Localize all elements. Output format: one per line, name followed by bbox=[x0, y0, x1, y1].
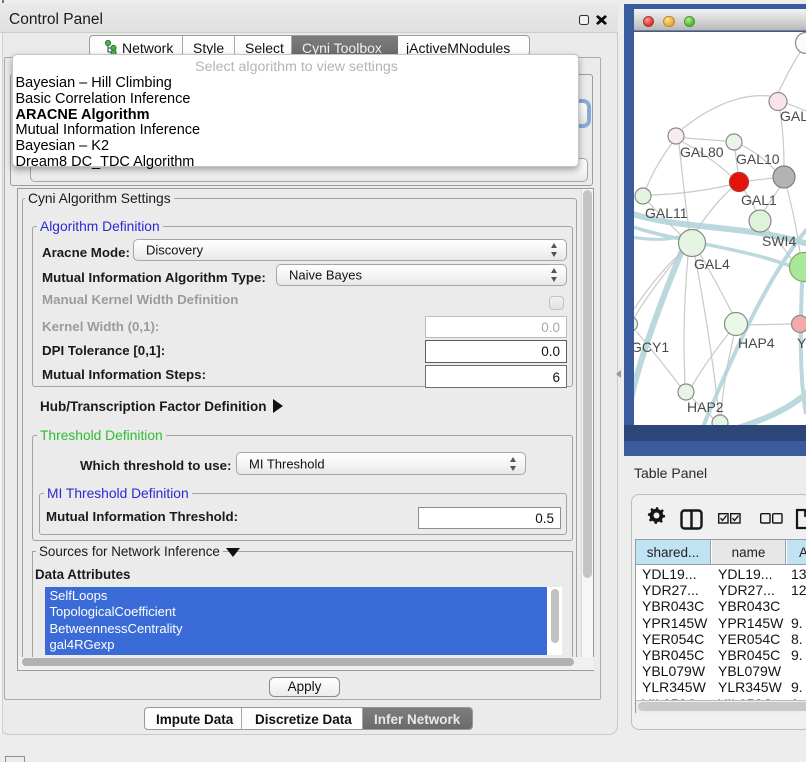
svg-text:GAL10: GAL10 bbox=[736, 151, 780, 167]
svg-text:SWI4: SWI4 bbox=[762, 233, 796, 249]
svg-text:GCY1: GCY1 bbox=[634, 339, 669, 355]
svg-text:GAL4: GAL4 bbox=[694, 256, 730, 272]
svg-text:GAL11: GAL11 bbox=[645, 205, 688, 221]
svg-text:HAP2: HAP2 bbox=[687, 399, 724, 415]
svg-text:GAL: GAL bbox=[780, 108, 806, 124]
svg-text:GAL80: GAL80 bbox=[680, 144, 724, 160]
svg-text:Y: Y bbox=[797, 335, 806, 351]
svg-text:HAP4: HAP4 bbox=[738, 335, 775, 351]
svg-text:GAL1: GAL1 bbox=[741, 192, 777, 208]
